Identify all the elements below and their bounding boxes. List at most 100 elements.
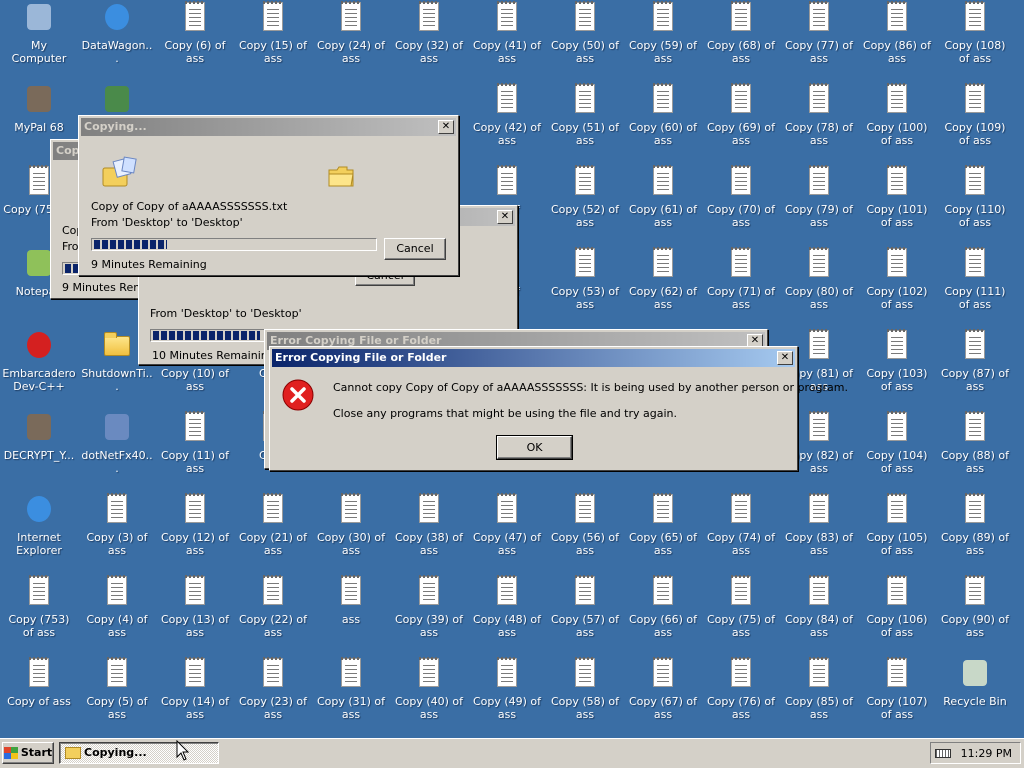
desktop-icon[interactable]: Copy (109) of ass — [936, 83, 1014, 147]
desktop-icon[interactable]: Copy (108) of ass — [936, 1, 1014, 65]
start-button[interactable]: Start — [2, 742, 54, 764]
desktop-icon[interactable]: Copy (66) of ass — [624, 575, 702, 639]
desktop-icon[interactable]: Copy (62) of ass — [624, 247, 702, 311]
desktop-icon[interactable]: Copy (32) of ass — [390, 1, 468, 65]
desktop-icon[interactable]: Copy (70) of ass — [702, 165, 780, 229]
desktop-icon[interactable]: dotNetFx40... — [78, 411, 156, 475]
desktop-icon[interactable]: Copy (49) of ass — [468, 657, 546, 721]
error-dialog-titlebar[interactable]: Error Copying File or Folder ✕ — [272, 349, 795, 367]
desktop-icon[interactable]: Copy (51) of ass — [546, 83, 624, 147]
error-dialog-close-button[interactable]: ✕ — [777, 351, 793, 365]
desktop-icon[interactable]: Copy (41) of ass — [468, 1, 546, 65]
copying-dialog-mid-progress-fill — [153, 331, 260, 340]
desktop-icon[interactable]: Copy (24) of ass — [312, 1, 390, 65]
desktop-icon[interactable]: Copy (59) of ass — [624, 1, 702, 65]
desktop-icon[interactable]: Copy of ass — [0, 657, 78, 708]
desktop-icon[interactable]: Copy (47) of ass — [468, 493, 546, 557]
copying-dialog-mid-close-button[interactable]: ✕ — [497, 210, 513, 224]
desktop-icon[interactable]: Copy (78) of ass — [780, 83, 858, 147]
desktop-icon[interactable]: Copy (106) of ass — [858, 575, 936, 639]
desktop-icon[interactable]: Copy (53) of ass — [546, 247, 624, 311]
desktop-icon[interactable]: Copy (102) of ass — [858, 247, 936, 311]
desktop-icon[interactable]: Copy (42) of ass — [468, 83, 546, 147]
desktop-icon[interactable]: Copy (76) of ass — [702, 657, 780, 721]
desktop-icon[interactable]: Copy (50) of ass — [546, 1, 624, 65]
desktop-icon[interactable]: Copy (56) of ass — [546, 493, 624, 557]
desktop-icon[interactable]: Copy (75) of ass — [702, 575, 780, 639]
desktop-icon[interactable]: Copy (80) of ass — [780, 247, 858, 311]
desktop-icon-label: Copy (84) of ass — [784, 613, 854, 639]
desktop-icon[interactable]: Copy (74) of ass — [702, 493, 780, 557]
error-dialog-ok-button[interactable]: OK — [496, 435, 573, 460]
desktop-icon[interactable]: Copy (68) of ass — [702, 1, 780, 65]
text-file-icon — [413, 657, 445, 689]
desktop-icon[interactable]: Copy (83) of ass — [780, 493, 858, 557]
desktop-icon[interactable]: Copy (103) of ass — [858, 329, 936, 393]
desktop-icon[interactable]: Copy (52) of ass — [546, 165, 624, 229]
desktop-icon[interactable]: Copy (753) of ass — [0, 575, 78, 639]
desktop-icon[interactable]: Copy (69) of ass — [702, 83, 780, 147]
desktop-icon[interactable]: Copy (48) of ass — [468, 575, 546, 639]
desktop-icon-label: Copy (102) of ass — [866, 285, 928, 311]
desktop-icon[interactable]: Copy (38) of ass — [390, 493, 468, 557]
keyboard-icon[interactable] — [935, 749, 951, 758]
desktop-icon[interactable]: Embarcadero Dev-C++ — [0, 329, 78, 393]
copying-dialog-cancel-button[interactable]: Cancel — [384, 238, 446, 260]
desktop-icon[interactable]: Copy (31) of ass — [312, 657, 390, 721]
desktop-icon[interactable]: Copy (4) of ass — [78, 575, 156, 639]
desktop-icon[interactable]: Copy (61) of ass — [624, 165, 702, 229]
desktop-icon[interactable]: Copy (101) of ass — [858, 165, 936, 229]
desktop-icon[interactable]: My Computer — [0, 1, 78, 65]
desktop-icon[interactable]: Copy (30) of ass — [312, 493, 390, 557]
desktop-icon[interactable]: Copy (23) of ass — [234, 657, 312, 721]
desktop-icon[interactable]: Copy (21) of ass — [234, 493, 312, 557]
desktop-icon[interactable]: DECRYPT_Y... — [0, 411, 78, 462]
clock[interactable]: 11:29 PM — [961, 747, 1012, 760]
desktop-icon[interactable]: Copy (105) of ass — [858, 493, 936, 557]
desktop-icon[interactable]: ass — [312, 575, 390, 626]
desktop-icon-label: Copy (62) of ass — [628, 285, 698, 311]
desktop-icon[interactable]: Copy (87) of ass — [936, 329, 1014, 393]
desktop-icon[interactable]: Copy (111) of ass — [936, 247, 1014, 311]
desktop-icon[interactable]: Copy (22) of ass — [234, 575, 312, 639]
desktop-icon[interactable]: Copy (67) of ass — [624, 657, 702, 721]
desktop-icon[interactable]: Copy (57) of ass — [546, 575, 624, 639]
desktop-icon[interactable]: Recycle Bin — [936, 657, 1014, 708]
desktop-icon[interactable]: Copy (15) of ass — [234, 1, 312, 65]
desktop-icon[interactable]: Copy (79) of ass — [780, 165, 858, 229]
desktop-icon[interactable]: Copy (6) of ass — [156, 1, 234, 65]
desktop-icon[interactable]: Copy (11) of ass — [156, 411, 234, 475]
desktop-icon[interactable]: Copy (3) of ass — [78, 493, 156, 557]
text-file-icon — [413, 575, 445, 607]
desktop-icon[interactable]: Copy (90) of ass — [936, 575, 1014, 639]
desktop-icon[interactable]: Copy (60) of ass — [624, 83, 702, 147]
desktop-icon[interactable]: Copy (104) of ass — [858, 411, 936, 475]
text-file-icon — [647, 657, 679, 689]
text-file-icon — [179, 411, 211, 443]
desktop-icon[interactable]: Copy (14) of ass — [156, 657, 234, 721]
desktop-icon-label: Copy (61) of ass — [628, 203, 698, 229]
desktop-icon[interactable]: DataWagon... — [78, 1, 156, 65]
taskbar-item-copying[interactable]: Copying... — [59, 742, 219, 764]
desktop-icon[interactable]: Copy (39) of ass — [390, 575, 468, 639]
desktop-icon[interactable]: Copy (77) of ass — [780, 1, 858, 65]
desktop-icon[interactable]: Copy (71) of ass — [702, 247, 780, 311]
desktop-icon[interactable]: Copy (58) of ass — [546, 657, 624, 721]
desktop-icon[interactable]: Copy (65) of ass — [624, 493, 702, 557]
desktop-icon[interactable]: Internet Explorer — [0, 493, 78, 557]
desktop-icon[interactable]: Copy (12) of ass — [156, 493, 234, 557]
desktop-icon[interactable]: Copy (84) of ass — [780, 575, 858, 639]
desktop-icon[interactable]: Copy (89) of ass — [936, 493, 1014, 557]
copying-dialog-close-button[interactable]: ✕ — [438, 120, 454, 134]
desktop-icon[interactable]: Copy (107) of ass — [858, 657, 936, 721]
desktop-icon[interactable]: Copy (100) of ass — [858, 83, 936, 147]
desktop-icon[interactable]: Copy (40) of ass — [390, 657, 468, 721]
desktop-icon[interactable]: Copy (13) of ass — [156, 575, 234, 639]
copying-dialog-titlebar[interactable]: Copying... ✕ — [81, 118, 456, 136]
desktop-icon[interactable]: Copy (86) of ass — [858, 1, 936, 65]
desktop-icon[interactable]: Copy (110) of ass — [936, 165, 1014, 229]
desktop-icon[interactable]: Copy (85) of ass — [780, 657, 858, 721]
desktop-icon[interactable]: MyPal 68 — [0, 83, 78, 134]
desktop-icon[interactable]: Copy (88) of ass — [936, 411, 1014, 475]
desktop-icon[interactable]: Copy (5) of ass — [78, 657, 156, 721]
